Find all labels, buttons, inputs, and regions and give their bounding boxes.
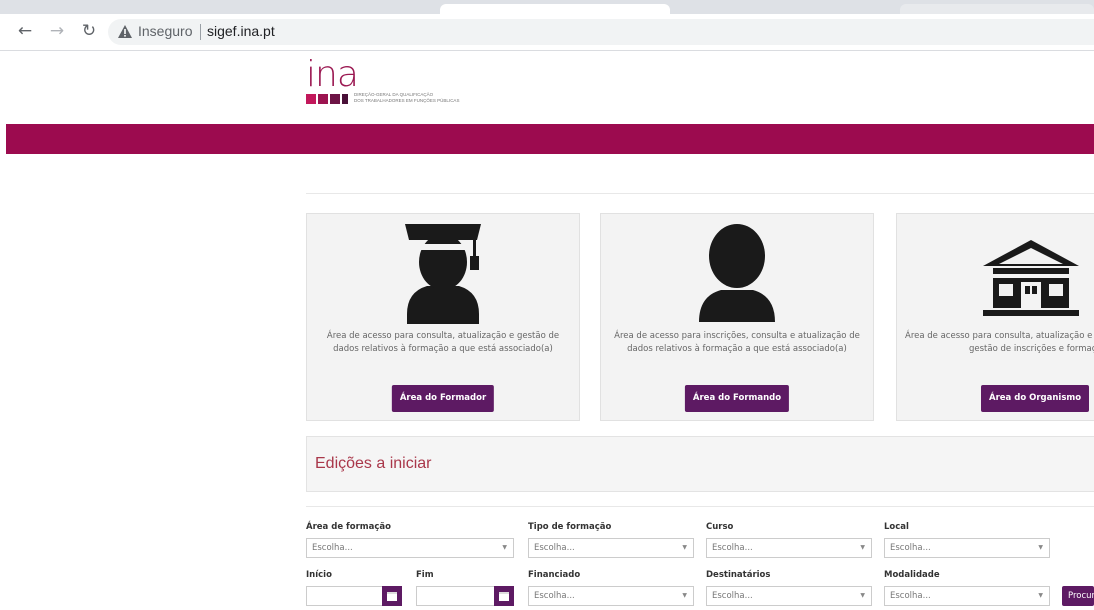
logo-square-3	[330, 94, 340, 104]
browser-tab-active[interactable]	[440, 4, 670, 14]
chevron-down-icon: ▼	[860, 544, 865, 551]
modalidade-select[interactable]: Escolha... ▼	[884, 586, 1050, 606]
card-formando: Área de acesso para inscrições, consulta…	[600, 213, 874, 421]
card-description: Área de acesso para consulta, atualizaçã…	[905, 330, 1094, 356]
card-description-line-2: gestão de inscrições e formação	[969, 344, 1094, 354]
forward-arrow-icon[interactable]: →	[46, 20, 68, 42]
fim-date-input[interactable]	[416, 586, 514, 606]
financiado-select[interactable]: Escolha... ▼	[528, 586, 694, 606]
logo-square-1	[306, 94, 316, 104]
area-formando-button[interactable]: Área do Formando	[684, 385, 790, 412]
warning-icon[interactable]	[118, 25, 132, 38]
local-label: Local	[884, 522, 909, 532]
divider	[306, 506, 1094, 507]
ina-logo[interactable]: ina Direção-Geral da Qualificação dos Tr…	[306, 54, 536, 110]
card-organismo: Área de acesso para consulta, atualizaçã…	[896, 213, 1094, 421]
editions-title: Edições a iniciar	[315, 455, 432, 472]
destinatarios-label: Destinatários	[706, 570, 771, 580]
url-text[interactable]: sigef.ina.pt	[207, 23, 275, 39]
fim-label: Fim	[416, 570, 434, 580]
card-description-line-1: Área de acesso para inscrições, consulta…	[614, 331, 860, 341]
calendar-icon[interactable]	[382, 586, 402, 606]
select-placeholder: Escolha...	[890, 591, 931, 601]
select-placeholder: Escolha...	[712, 543, 753, 553]
tipo-formacao-select[interactable]: Escolha... ▼	[528, 538, 694, 558]
logo-tagline: Direção-Geral da Qualificação dos Trabal…	[354, 92, 554, 104]
calendar-icon[interactable]	[494, 586, 514, 606]
chevron-down-icon: ▼	[502, 544, 507, 551]
logo-wordmark: ina	[306, 54, 359, 95]
security-label[interactable]: Inseguro	[138, 23, 192, 39]
curso-select[interactable]: Escolha... ▼	[706, 538, 872, 558]
user-icon	[699, 224, 775, 322]
card-description: Área de acesso para inscrições, consulta…	[601, 330, 873, 356]
graduate-icon	[405, 224, 481, 324]
chevron-down-icon: ▼	[1038, 544, 1043, 551]
building-icon	[983, 240, 1079, 316]
select-placeholder: Escolha...	[890, 543, 931, 553]
search-button[interactable]: Procurar	[1062, 586, 1094, 606]
select-placeholder: Escolha...	[534, 591, 575, 601]
area-formacao-label: Área de formação	[306, 522, 391, 532]
editions-panel: Edições a iniciar	[306, 436, 1094, 492]
area-formacao-select[interactable]: Escolha... ▼	[306, 538, 514, 558]
logo-square-4	[342, 94, 348, 104]
inicio-date-input[interactable]	[306, 586, 402, 606]
card-description: Área de acesso para consulta, atualizaçã…	[307, 330, 579, 356]
financiado-label: Financiado	[528, 570, 581, 580]
card-description-line-2: dados relativos à formação a que está as…	[333, 344, 553, 354]
select-placeholder: Escolha...	[312, 543, 353, 553]
curso-label: Curso	[706, 522, 734, 532]
chevron-down-icon: ▼	[682, 592, 687, 599]
chevron-down-icon: ▼	[682, 544, 687, 551]
select-placeholder: Escolha...	[712, 591, 753, 601]
card-formador: Área de acesso para consulta, atualizaçã…	[306, 213, 580, 421]
browser-toolbar: ← → ↻ Inseguro sigef.ina.pt	[0, 14, 1094, 51]
divider	[306, 193, 1094, 194]
omnibox-separator	[200, 24, 201, 40]
card-description-line-1: Área de acesso para consulta, atualizaçã…	[326, 331, 560, 341]
area-organismo-button[interactable]: Área do Organismo	[981, 385, 1090, 412]
select-placeholder: Escolha...	[534, 543, 575, 553]
modalidade-label: Modalidade	[884, 570, 940, 580]
logo-tagline-line-2: dos Trabalhadores em Funções Públicas	[354, 98, 460, 103]
browser-tab-inactive[interactable]	[900, 4, 1094, 14]
chevron-down-icon: ▼	[1038, 592, 1043, 599]
destinatarios-select[interactable]: Escolha... ▼	[706, 586, 872, 606]
tab-strip	[0, 0, 1094, 14]
chevron-down-icon: ▼	[860, 592, 865, 599]
card-description-line-1: Área de acesso para consulta, atualizaçã…	[905, 331, 1093, 341]
local-select[interactable]: Escolha... ▼	[884, 538, 1050, 558]
back-arrow-icon[interactable]: ←	[14, 20, 36, 42]
tipo-formacao-label: Tipo de formação	[528, 522, 612, 532]
header-banner	[6, 124, 1094, 154]
inicio-label: Início	[306, 570, 332, 580]
address-bar[interactable]: Inseguro sigef.ina.pt	[108, 19, 1094, 45]
logo-square-2	[318, 94, 328, 104]
card-description-line-2: dados relativos à formação a que está as…	[627, 344, 847, 354]
reload-icon[interactable]: ↻	[78, 20, 100, 42]
area-formador-button[interactable]: Área do Formador	[391, 385, 495, 412]
